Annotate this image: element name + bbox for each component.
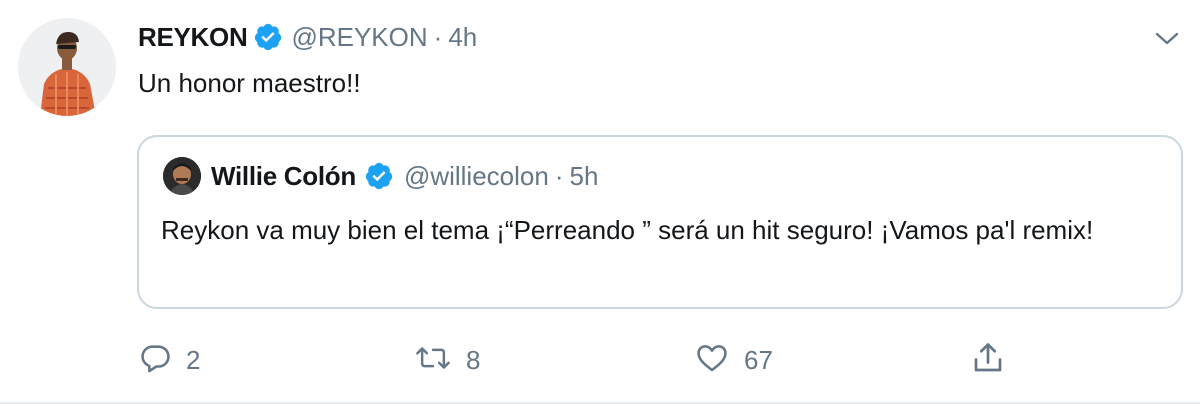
tweet-text: Un honor maestro!! — [138, 68, 361, 98]
like-icon — [694, 341, 730, 380]
retweet-button[interactable]: 8 — [414, 340, 480, 380]
retweet-count: 8 — [466, 344, 481, 375]
verified-badge-icon — [253, 22, 283, 52]
quoted-header: Willie Colón @williecolon · 5h — [211, 158, 598, 194]
tweet-timestamp[interactable]: 4h — [448, 22, 477, 53]
reply-button[interactable]: 2 — [138, 340, 200, 380]
author-handle[interactable]: @REYKON — [291, 22, 427, 53]
quoted-header-separator: · — [554, 160, 564, 191]
header-separator: · — [433, 21, 443, 52]
author-avatar[interactable] — [18, 18, 116, 116]
like-count: 67 — [744, 344, 773, 375]
tweet-header: REYKON @REYKON · 4h — [138, 20, 477, 54]
retweet-icon — [414, 341, 452, 380]
share-button[interactable] — [970, 340, 1006, 380]
reply-count: 2 — [186, 344, 201, 375]
quoted-author-name[interactable]: Willie Colón — [211, 161, 356, 192]
quoted-author-handle[interactable]: @williecolon — [404, 161, 549, 192]
chevron-down-icon[interactable] — [1150, 24, 1184, 54]
author-name[interactable]: REYKON — [138, 22, 248, 53]
share-icon — [970, 340, 1006, 381]
quoted-tweet-text: Reykon va muy bien el tema ¡“Perreando ”… — [161, 215, 1094, 245]
verified-badge-icon — [364, 161, 394, 191]
tweet-card[interactable]: REYKON @REYKON · 4h Un honor maestro!! W… — [0, 0, 1200, 404]
quoted-tweet[interactable]: Willie Colón @williecolon · 5h Reykon va… — [137, 135, 1183, 309]
quoted-author-avatar[interactable] — [163, 157, 201, 195]
like-button[interactable]: 67 — [694, 340, 773, 380]
quoted-timestamp[interactable]: 5h — [570, 161, 599, 192]
tweet-actions: 2 8 67 — [0, 340, 1200, 380]
reply-icon — [138, 341, 172, 380]
